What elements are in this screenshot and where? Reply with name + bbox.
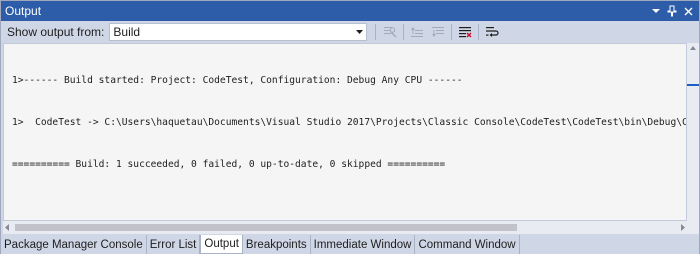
scroll-up-icon[interactable]	[690, 46, 696, 50]
close-button[interactable]	[681, 3, 695, 19]
pin-icon	[667, 5, 677, 17]
output-toolbar: Show output from: Build	[1, 21, 699, 43]
title-buttons	[647, 1, 699, 21]
tab-breakpoints[interactable]: Breakpoints	[243, 235, 311, 254]
output-source-value: Build	[113, 25, 141, 39]
output-window: Output Show output from: Build 1>------ …	[0, 0, 700, 254]
toolbar-separator	[478, 24, 480, 40]
previous-message-icon	[411, 27, 424, 37]
output-source-dropdown[interactable]: Build	[109, 23, 368, 41]
chevron-down-icon	[352, 29, 366, 35]
tool-window-tabs: Package Manager Console Error List Outpu…	[1, 235, 699, 254]
toolbar-separator	[451, 24, 453, 40]
tab-package-manager-console[interactable]: Package Manager Console	[1, 235, 147, 254]
scrollbar-corner	[687, 221, 699, 234]
window-position-button[interactable]	[649, 3, 663, 19]
next-message-button[interactable]	[430, 24, 446, 40]
title-bar[interactable]: Output	[1, 1, 699, 21]
caret-position-marker	[687, 84, 699, 86]
scroll-left-icon[interactable]	[5, 224, 9, 231]
output-line: ========== Build: 1 succeeded, 0 failed,…	[12, 159, 446, 170]
word-wrap-icon	[486, 27, 499, 37]
tab-immediate-window[interactable]: Immediate Window	[311, 235, 416, 254]
close-icon	[684, 7, 692, 15]
horizontal-scroll-thumb[interactable]	[15, 224, 517, 231]
output-text-area[interactable]: 1>------ Build started: Project: CodeTes…	[3, 43, 687, 221]
auto-hide-button[interactable]	[665, 3, 679, 19]
next-message-icon	[432, 27, 445, 37]
vertical-scrollbar[interactable]	[687, 43, 699, 221]
output-line: 1>------ Build started: Project: CodeTes…	[12, 75, 463, 86]
previous-message-button[interactable]	[409, 24, 425, 40]
find-message-in-code-button[interactable]	[382, 24, 398, 40]
find-in-code-icon	[384, 27, 397, 38]
tab-command-window[interactable]: Command Window	[415, 235, 520, 254]
horizontal-scrollbar[interactable]	[3, 221, 687, 234]
toolbar-separator	[403, 24, 405, 40]
panel-title: Output	[5, 4, 42, 18]
output-line: 1> CodeTest -> C:\Users\haquetau\Documen…	[12, 117, 687, 128]
output-lines: 1>------ Build started: Project: CodeTes…	[4, 44, 686, 200]
scroll-right-icon[interactable]	[681, 224, 685, 231]
tab-error-list[interactable]: Error List	[147, 235, 201, 254]
tab-output[interactable]: Output	[200, 235, 243, 254]
toggle-word-wrap-button[interactable]	[484, 24, 500, 40]
toolbar-separator	[375, 24, 377, 40]
clear-all-button[interactable]	[457, 24, 473, 40]
dropdown-arrow-icon	[652, 9, 660, 13]
show-output-from-label: Show output from:	[7, 25, 105, 39]
clear-all-icon	[459, 27, 472, 38]
